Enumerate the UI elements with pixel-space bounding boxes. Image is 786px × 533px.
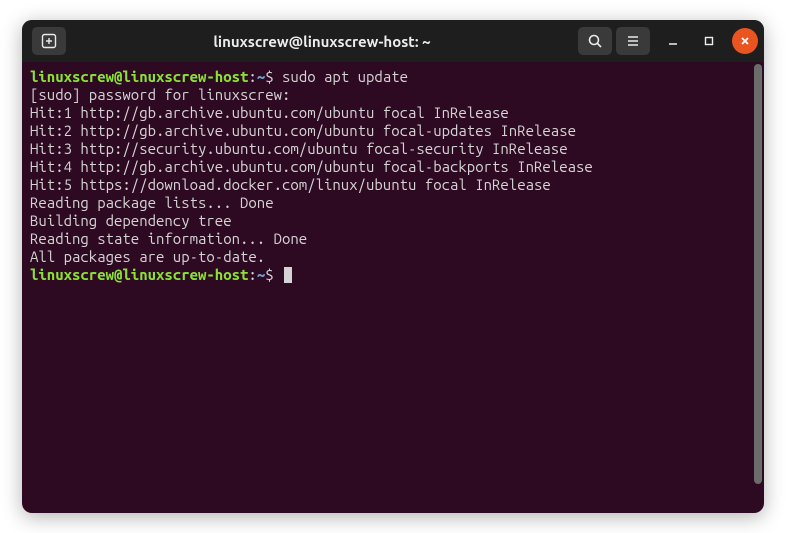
window-title: linuxscrew@linuxscrew-host: ~ — [66, 33, 578, 50]
scrollbar[interactable] — [752, 62, 764, 513]
menu-button[interactable] — [616, 27, 650, 55]
new-tab-button[interactable] — [32, 27, 66, 55]
terminal-area[interactable]: linuxscrew@linuxscrew-host:~$ sudo apt u… — [22, 62, 764, 513]
search-button[interactable] — [578, 27, 612, 55]
terminal-output[interactable]: linuxscrew@linuxscrew-host:~$ sudo apt u… — [22, 62, 752, 513]
maximize-button[interactable] — [696, 28, 722, 54]
minimize-button[interactable] — [660, 28, 686, 54]
scrollbar-thumb[interactable] — [754, 64, 762, 484]
close-button[interactable] — [732, 28, 758, 54]
terminal-window: linuxscrew@linuxscrew-host: ~ — [22, 20, 764, 513]
cursor — [284, 267, 292, 283]
titlebar: linuxscrew@linuxscrew-host: ~ — [22, 20, 764, 62]
